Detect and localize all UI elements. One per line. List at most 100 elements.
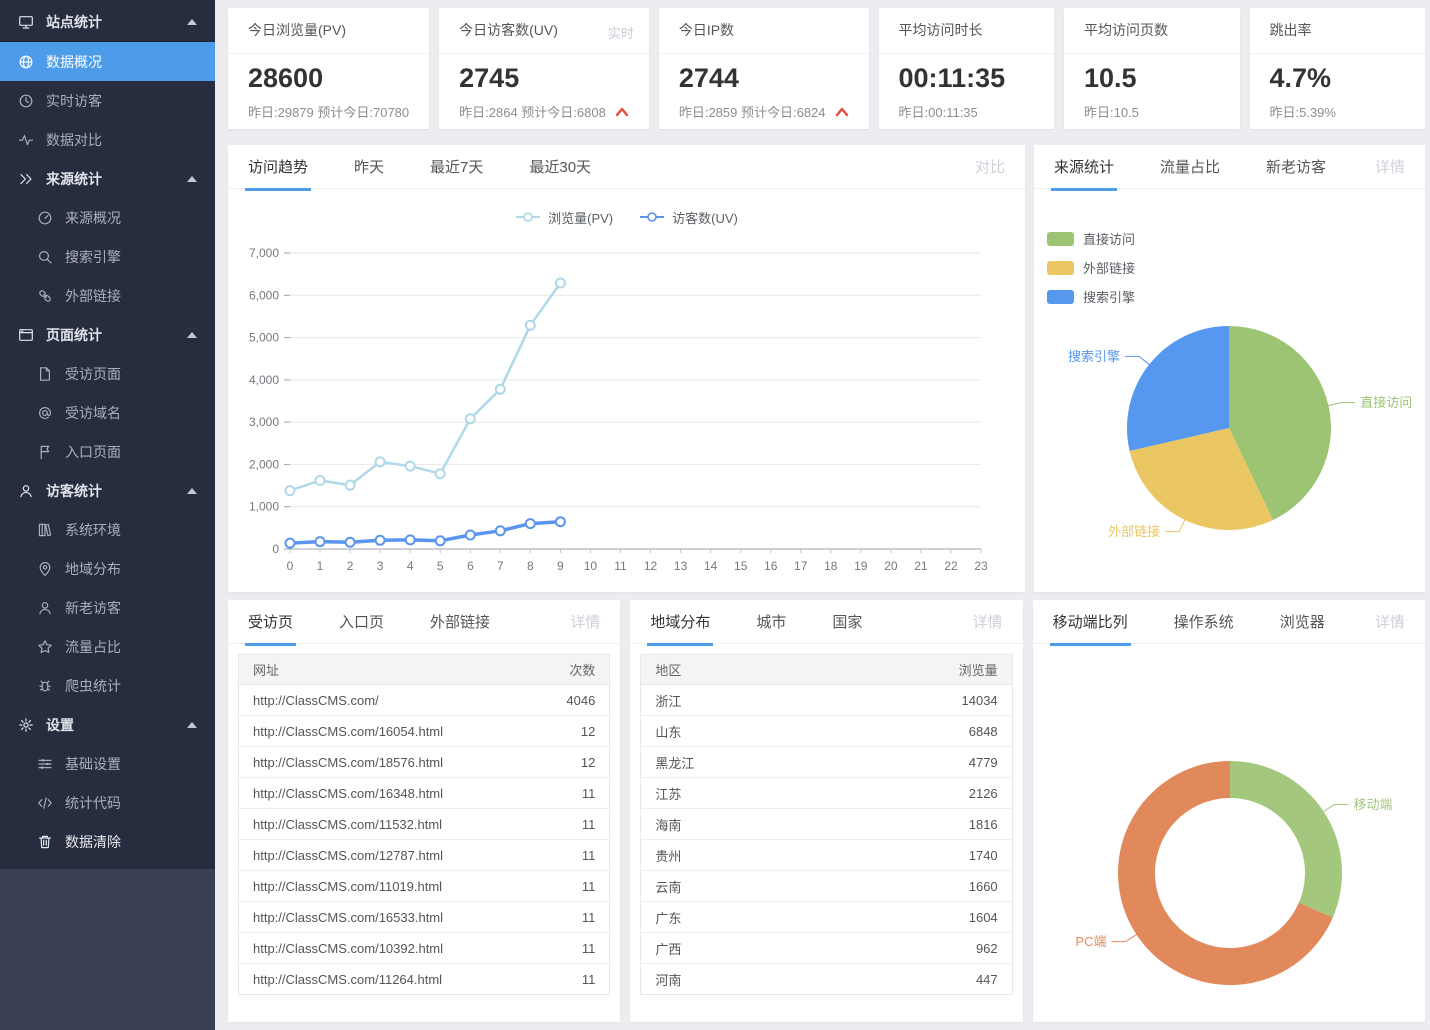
svg-text:14: 14 — [704, 559, 718, 573]
sidebar-item-data-clear[interactable]: 数据清除 — [0, 822, 215, 861]
table-row[interactable]: 黑龙江4779 — [641, 747, 1012, 778]
table-row[interactable]: http://ClassCMS.com/16348.html11 — [239, 778, 610, 809]
tab-yesterday[interactable]: 昨天 — [354, 145, 384, 189]
svg-text:15: 15 — [734, 559, 748, 573]
sidebar-item-traffic-share[interactable]: 流量占比 — [0, 627, 215, 666]
table-row[interactable]: 浙江14034 — [641, 685, 1012, 716]
legend-item[interactable]: 访客数(UV) — [639, 208, 738, 227]
tab-os[interactable]: 操作系统 — [1174, 600, 1234, 644]
url-cell: http://ClassCMS.com/10392.html — [239, 933, 518, 964]
table-row[interactable]: 海南1816 — [641, 809, 1012, 840]
sidebar-item-realtime-visitors[interactable]: 实时访客 — [0, 81, 215, 120]
card-subtext: 昨日:2864 预计今日:6808 — [439, 94, 649, 121]
sidebar-item-new-old-visitors[interactable]: 新老访客 — [0, 588, 215, 627]
table-row[interactable]: http://ClassCMS.com/11264.html11 — [239, 964, 610, 995]
table-row[interactable]: http://ClassCMS.com/16054.html12 — [239, 716, 610, 747]
clock-icon — [18, 93, 34, 109]
table-row[interactable]: 广西962 — [641, 933, 1012, 964]
tab-last-7-days[interactable]: 最近7天 — [430, 145, 483, 189]
trend-line-chart-svg: 01,0002,0003,0004,0005,0006,0007,0000123… — [228, 245, 1025, 592]
tab-new-old-visitors[interactable]: 新老访客 — [1266, 145, 1326, 189]
card-title: 今日IP数 — [659, 8, 869, 54]
table-row[interactable]: 贵州1740 — [641, 840, 1012, 871]
table-row[interactable]: http://ClassCMS.com/11019.html11 — [239, 871, 610, 902]
table-row[interactable]: 江苏2126 — [641, 778, 1012, 809]
sidebar-item-label: 爬虫统计 — [65, 676, 121, 696]
card-subtext: 昨日:29879 预计今日:70780 — [228, 94, 429, 121]
sidebar-item-label: 受访页面 — [65, 364, 121, 384]
source-panel-tabs: 来源统计 流量占比 新老访客 详情 — [1034, 145, 1425, 189]
tab-last-30-days[interactable]: 最近30天 — [529, 145, 591, 189]
table-row[interactable]: http://ClassCMS.com/18576.html12 — [239, 747, 610, 778]
sidebar-item-label: 新老访客 — [65, 598, 121, 618]
tab-traffic-share[interactable]: 流量占比 — [1160, 145, 1220, 189]
tab-mobile-ratio[interactable]: 移动端比列 — [1053, 600, 1128, 644]
panel-action-details[interactable]: 详情 — [973, 611, 1003, 632]
panel-action-details[interactable]: 详情 — [570, 611, 600, 632]
tab-browser[interactable]: 浏览器 — [1280, 600, 1325, 644]
sidebar-item-system-env[interactable]: 系统环境 — [0, 510, 215, 549]
table-row[interactable]: 山东6848 — [641, 716, 1012, 747]
svg-text:3,000: 3,000 — [249, 415, 279, 429]
sidebar-group-header-source-stats[interactable]: 来源统计 — [0, 159, 215, 198]
sidebar-item-tracking-code[interactable]: 统计代码 — [0, 783, 215, 822]
url-cell: http://ClassCMS.com/16054.html — [239, 716, 518, 747]
sidebar-item-visited-pages[interactable]: 受访页面 — [0, 354, 215, 393]
column-header-pageviews: 浏览量 — [920, 655, 1012, 685]
tab-source-stats[interactable]: 来源统计 — [1054, 145, 1114, 189]
url-cell: http://ClassCMS.com/11019.html — [239, 871, 518, 902]
sidebar-item-label: 入口页面 — [65, 442, 121, 462]
sidebar-item-spider-stats[interactable]: 爬虫统计 — [0, 666, 215, 705]
sidebar-item-source-overview[interactable]: 来源概况 — [0, 198, 215, 237]
sidebar-group-header-site-stats[interactable]: 站点统计 — [0, 3, 215, 42]
sidebar-group-header-visitor-stats[interactable]: 访客统计 — [0, 471, 215, 510]
table-row[interactable]: http://ClassCMS.com/4046 — [239, 685, 610, 716]
stat-cards: 今日浏览量(PV)28600昨日:29879 预计今日:70780今日访客数(U… — [228, 8, 1425, 129]
table-row[interactable]: 云南1660 — [641, 871, 1012, 902]
svg-text:10: 10 — [584, 559, 598, 573]
table-row[interactable]: http://ClassCMS.com/11532.html11 — [239, 809, 610, 840]
tab-visited-page[interactable]: 受访页 — [248, 600, 293, 644]
sidebar-item-data-overview[interactable]: 数据概况 — [0, 42, 215, 81]
sidebar-item-external-links[interactable]: 外部链接 — [0, 276, 215, 315]
sidebar-item-data-compare[interactable]: 数据对比 — [0, 120, 215, 159]
panel-action-details[interactable]: 详情 — [1375, 156, 1405, 177]
panel-action-compare[interactable]: 对比 — [975, 156, 1005, 177]
sidebar-group-header-page-stats[interactable]: 页面统计 — [0, 315, 215, 354]
tab-entry-page[interactable]: 入口页 — [339, 600, 384, 644]
sidebar-item-region-distribution[interactable]: 地域分布 — [0, 549, 215, 588]
sidebar-item-basic-settings[interactable]: 基础设置 — [0, 744, 215, 783]
sidebar-item-entry-pages[interactable]: 入口页面 — [0, 432, 215, 471]
card-value: 00:11:35 — [879, 54, 1054, 94]
sidebar-item-search-engines[interactable]: 搜索引擎 — [0, 237, 215, 276]
tab-visit-trend[interactable]: 访问趋势 — [248, 145, 308, 189]
legend-item[interactable]: 浏览量(PV) — [515, 208, 613, 227]
sidebar-item-visited-domains[interactable]: 受访域名 — [0, 393, 215, 432]
sidebar-group-header-settings[interactable]: 设置 — [0, 705, 215, 744]
panel-action-details[interactable]: 详情 — [1375, 611, 1405, 632]
bottom-row: 受访页入口页外部链接详情 网址次数http://ClassCMS.com/404… — [228, 600, 1425, 1022]
pie-legend-item[interactable]: 搜索引擎 — [1047, 287, 1135, 306]
svg-text:7,000: 7,000 — [249, 246, 279, 260]
pie-legend-item[interactable]: 直接访问 — [1047, 229, 1135, 248]
sidebar-item-label: 地域分布 — [65, 559, 121, 579]
tab-city[interactable]: 城市 — [756, 600, 786, 644]
tab-country[interactable]: 国家 — [832, 600, 862, 644]
legend-swatch-icon — [1047, 232, 1074, 246]
table-row[interactable]: 广东1604 — [641, 902, 1012, 933]
card-subtext: 昨日:00:11:35 — [879, 94, 1054, 121]
tab-region-distribution[interactable]: 地域分布 — [650, 600, 710, 644]
table-row[interactable]: http://ClassCMS.com/10392.html11 — [239, 933, 610, 964]
card-value: 10.5 — [1064, 54, 1240, 94]
pageviews-cell: 6848 — [920, 716, 1012, 747]
table-row[interactable]: http://ClassCMS.com/12787.html11 — [239, 840, 610, 871]
count-cell: 4046 — [518, 685, 610, 716]
device-tabs: 移动端比列 操作系统 浏览器 详情 — [1033, 600, 1425, 644]
table-row[interactable]: http://ClassCMS.com/16533.html11 — [239, 902, 610, 933]
svg-text:4: 4 — [407, 559, 414, 573]
pie-legend-item[interactable]: 外部链接 — [1047, 258, 1135, 277]
count-cell: 11 — [518, 964, 610, 995]
table-row[interactable]: 河南447 — [641, 964, 1012, 995]
donut-slice-0[interactable] — [1230, 761, 1342, 918]
tab-external-links[interactable]: 外部链接 — [430, 600, 490, 644]
